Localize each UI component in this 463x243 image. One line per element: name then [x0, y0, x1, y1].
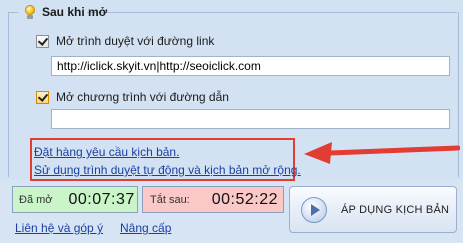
contact-feedback-link[interactable]: Liên hệ và góp ý [15, 221, 103, 235]
group-header: Sau khi mở [24, 3, 107, 21]
play-icon [301, 196, 327, 223]
shutdown-timer: Tắt sau: 00:52:22 [142, 186, 284, 213]
program-option-row: Mở chương trình với đường dẫn [36, 90, 229, 104]
shutdown-timer-label: Tắt sau: [150, 193, 190, 206]
program-path-input[interactable] [51, 109, 450, 129]
use-browser-link[interactable]: Sử dụng trình duyệt tự động và kịch bản … [34, 163, 301, 177]
order-script-link[interactable]: Đặt hàng yêu cầu kịch bản. [34, 145, 179, 159]
browser-option-checkbox[interactable] [36, 34, 49, 48]
shutdown-timer-value: 00:52:22 [211, 190, 279, 208]
opened-timer-value: 00:07:37 [68, 190, 135, 208]
annotation-arrow-icon [304, 142, 460, 164]
check-icon [37, 34, 49, 46]
check-icon [37, 90, 49, 102]
group-divider-left [8, 12, 18, 13]
browser-option-row: Mở trình duyệt với đường link [36, 34, 214, 48]
apply-script-button[interactable]: ÁP DỤNG KỊCH BẢN [289, 186, 457, 233]
opened-timer: Đã mở 00:07:37 [12, 186, 138, 213]
upgrade-link[interactable]: Nâng cấp [120, 221, 171, 235]
settings-panel: Sau khi mở Mở trình duyệt với đường link… [0, 0, 463, 181]
browser-url-input[interactable]: http://iclick.skyit.vn|http://seoiclick.… [51, 56, 450, 76]
apply-script-label: ÁP DỤNG KỊCH BẢN [341, 203, 450, 216]
opened-timer-label: Đã mở [19, 193, 53, 206]
group-title: Sau khi mở [42, 5, 108, 19]
lightbulb-icon [24, 5, 36, 19]
program-option-checkbox[interactable] [36, 90, 49, 104]
program-option-label: Mở chương trình với đường dẫn [56, 90, 229, 104]
group-divider-right [87, 12, 457, 13]
browser-option-label: Mở trình duyệt với đường link [56, 34, 215, 48]
